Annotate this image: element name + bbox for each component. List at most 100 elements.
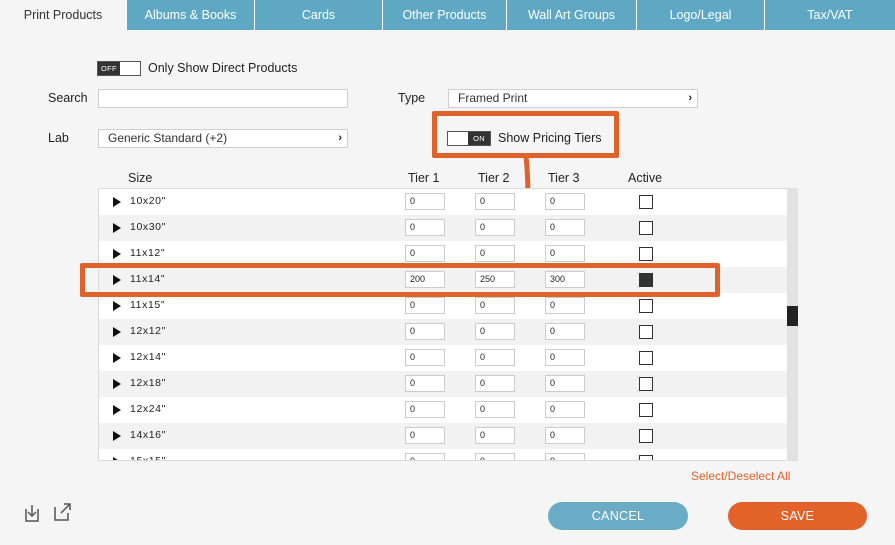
tier2-input[interactable]: 0 bbox=[475, 323, 515, 340]
active-checkbox[interactable] bbox=[639, 455, 653, 460]
size-cell: 10x20" bbox=[130, 195, 166, 207]
row-highlight bbox=[80, 263, 720, 297]
tier1-input[interactable]: 0 bbox=[405, 453, 445, 460]
tier2-input[interactable]: 0 bbox=[475, 453, 515, 460]
tier3-input[interactable]: 0 bbox=[545, 427, 585, 444]
import-icon[interactable] bbox=[22, 503, 42, 523]
table-row: 14x16" 0 0 0 bbox=[99, 423, 787, 449]
tier3-input[interactable]: 0 bbox=[545, 401, 585, 418]
size-price-table: 10x20" 0 0 0 10x30" 0 0 0 11x12" 0 0 0 11x14" 200 250 3… bbox=[98, 188, 798, 461]
size-cell: 12x24" bbox=[130, 403, 166, 415]
table-row: 10x20" 0 0 0 bbox=[99, 189, 787, 215]
table-row: 15x15" 0 0 0 bbox=[99, 449, 787, 461]
lab-select[interactable]: Generic Standard (+2) › bbox=[98, 129, 348, 148]
column-header-tier3: Tier 3 bbox=[548, 171, 580, 185]
tier1-input[interactable]: 0 bbox=[405, 297, 445, 314]
expand-triangle-icon[interactable] bbox=[113, 379, 121, 389]
tier2-input[interactable]: 0 bbox=[475, 193, 515, 210]
table-row: 12x24" 0 0 0 bbox=[99, 397, 787, 423]
tier1-input[interactable]: 0 bbox=[405, 219, 445, 236]
tab-bar: Print Products Albums & Books Cards Othe… bbox=[0, 0, 895, 30]
select-deselect-all-link[interactable]: Select/Deselect All bbox=[691, 469, 790, 483]
tier3-input[interactable]: 0 bbox=[545, 193, 585, 210]
size-cell: 12x18" bbox=[130, 377, 166, 389]
tab-wall-art-groups[interactable]: Wall Art Groups bbox=[507, 0, 637, 30]
active-checkbox[interactable] bbox=[639, 377, 653, 391]
chevron-right-icon: › bbox=[688, 92, 692, 104]
toggle-track bbox=[120, 62, 140, 75]
tier1-input[interactable]: 0 bbox=[405, 401, 445, 418]
tier3-input[interactable]: 0 bbox=[545, 297, 585, 314]
expand-triangle-icon[interactable] bbox=[113, 457, 121, 460]
size-cell: 14x16" bbox=[130, 429, 166, 441]
tier2-input[interactable]: 0 bbox=[475, 245, 515, 262]
type-select-value: Framed Print bbox=[458, 91, 528, 105]
save-button[interactable]: SAVE bbox=[728, 502, 867, 530]
tier3-input[interactable]: 0 bbox=[545, 349, 585, 366]
type-label: Type bbox=[398, 91, 426, 105]
column-header-active: Active bbox=[628, 171, 663, 185]
tier3-input[interactable]: 0 bbox=[545, 323, 585, 340]
tab-cards[interactable]: Cards bbox=[255, 0, 383, 30]
direct-products-toggle[interactable]: OFF bbox=[97, 61, 141, 76]
active-checkbox[interactable] bbox=[639, 325, 653, 339]
table-scrollbar-thumb[interactable] bbox=[787, 306, 798, 326]
tier2-input[interactable]: 0 bbox=[475, 401, 515, 418]
expand-triangle-icon[interactable] bbox=[113, 223, 121, 233]
active-checkbox[interactable] bbox=[639, 247, 653, 261]
chevron-right-icon: › bbox=[338, 132, 342, 144]
tier2-input[interactable]: 0 bbox=[475, 297, 515, 314]
tier2-input[interactable]: 0 bbox=[475, 427, 515, 444]
tab-tax-vat[interactable]: Tax/VAT bbox=[765, 0, 895, 30]
table-row: 12x14" 0 0 0 bbox=[99, 345, 787, 371]
tier2-input[interactable]: 0 bbox=[475, 219, 515, 236]
expand-triangle-icon[interactable] bbox=[113, 353, 121, 363]
tier3-input[interactable]: 0 bbox=[545, 245, 585, 262]
cancel-button[interactable]: CANCEL bbox=[548, 502, 688, 530]
tier1-input[interactable]: 0 bbox=[405, 245, 445, 262]
active-checkbox[interactable] bbox=[639, 221, 653, 235]
tab-albums-books[interactable]: Albums & Books bbox=[127, 0, 255, 30]
column-header-tier2: Tier 2 bbox=[478, 171, 510, 185]
tier1-input[interactable]: 0 bbox=[405, 427, 445, 444]
expand-triangle-icon[interactable] bbox=[113, 301, 121, 311]
expand-triangle-icon[interactable] bbox=[113, 431, 121, 441]
tier2-input[interactable]: 0 bbox=[475, 375, 515, 392]
expand-triangle-icon[interactable] bbox=[113, 197, 121, 207]
tier1-input[interactable]: 0 bbox=[405, 193, 445, 210]
expand-triangle-icon[interactable] bbox=[113, 405, 121, 415]
active-checkbox[interactable] bbox=[639, 429, 653, 443]
pricing-tiers-label: Show Pricing Tiers bbox=[498, 131, 602, 145]
tab-other-products[interactable]: Other Products bbox=[383, 0, 507, 30]
direct-products-label: Only Show Direct Products bbox=[148, 61, 298, 75]
lab-select-value: Generic Standard (+2) bbox=[108, 131, 228, 145]
column-header-size: Size bbox=[128, 171, 153, 185]
toggle-track bbox=[448, 132, 468, 145]
tier1-input[interactable]: 0 bbox=[405, 349, 445, 366]
tab-print-products[interactable]: Print Products bbox=[0, 0, 127, 30]
tab-logo-legal[interactable]: Logo/Legal bbox=[637, 0, 765, 30]
active-checkbox[interactable] bbox=[639, 195, 653, 209]
toggle-state-label: OFF bbox=[98, 62, 120, 75]
active-checkbox[interactable] bbox=[639, 403, 653, 417]
size-cell: 15x15" bbox=[130, 455, 166, 461]
type-select[interactable]: Framed Print › bbox=[448, 89, 698, 108]
export-icon[interactable] bbox=[52, 502, 72, 522]
column-header-tier1: Tier 1 bbox=[408, 171, 440, 185]
toggle-state-label: ON bbox=[468, 132, 490, 145]
size-cell: 11x12" bbox=[130, 247, 166, 259]
search-input[interactable] bbox=[98, 89, 348, 108]
active-checkbox[interactable] bbox=[639, 299, 653, 313]
expand-triangle-icon[interactable] bbox=[113, 249, 121, 259]
size-cell: 12x12" bbox=[130, 325, 166, 337]
tier1-input[interactable]: 0 bbox=[405, 375, 445, 392]
tier3-input[interactable]: 0 bbox=[545, 375, 585, 392]
tier2-input[interactable]: 0 bbox=[475, 349, 515, 366]
tier1-input[interactable]: 0 bbox=[405, 323, 445, 340]
expand-triangle-icon[interactable] bbox=[113, 327, 121, 337]
pricing-tiers-toggle[interactable]: ON bbox=[447, 131, 491, 146]
tier3-input[interactable]: 0 bbox=[545, 453, 585, 460]
size-cell: 11x15" bbox=[130, 299, 166, 311]
tier3-input[interactable]: 0 bbox=[545, 219, 585, 236]
active-checkbox[interactable] bbox=[639, 351, 653, 365]
